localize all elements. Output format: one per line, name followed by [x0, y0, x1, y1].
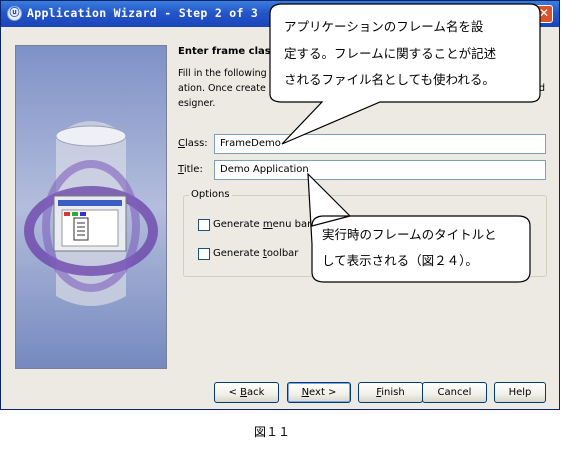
top-callout-line-3: されるファイル名としても使われる。 — [284, 72, 495, 87]
bottom-callout-line-2: して表示される（図２４）。 — [322, 253, 478, 268]
top-callout-line-1: アプリケーションのフレーム名を設 — [284, 19, 484, 34]
bottom-callout-line-1: 実行時のフレームのタイトルと — [322, 227, 497, 242]
figure-caption: 図１１ — [254, 425, 291, 439]
top-callout-line-2: 定する。フレームに関することが記述 — [284, 46, 497, 61]
